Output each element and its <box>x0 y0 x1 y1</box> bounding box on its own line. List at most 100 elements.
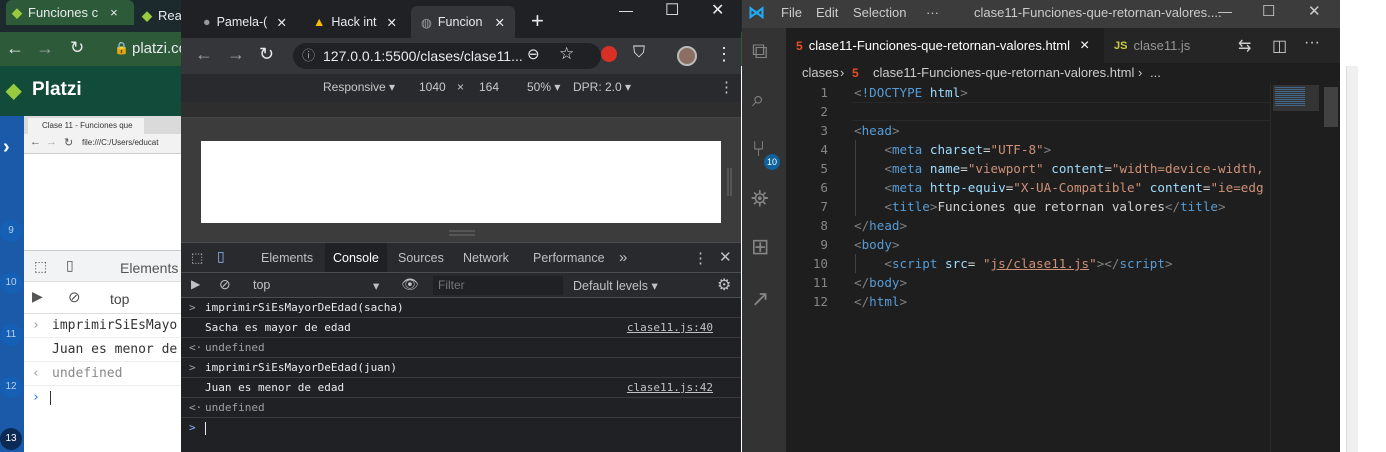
tab-network[interactable]: Network <box>455 243 517 273</box>
debug-icon[interactable]: ⛯ <box>751 186 769 212</box>
source-link[interactable]: clase11.js:42 <box>627 378 713 398</box>
close-window-button[interactable]: ✕ <box>1308 2 1321 20</box>
inner-tab[interactable]: Clase 11 - Funciones que <box>28 118 144 134</box>
more-menu-icon[interactable]: ⋮ <box>719 78 734 96</box>
rendered-page[interactable] <box>201 141 721 223</box>
close-window-button[interactable]: ✕ <box>711 0 724 20</box>
forward-icon[interactable]: → <box>227 44 245 65</box>
menu-more[interactable]: ··· <box>926 5 939 20</box>
clear-console-icon[interactable]: ⊘ <box>68 288 81 306</box>
inner-panel-tab-elements[interactable]: Elements <box>120 260 178 276</box>
editor-scrollbar[interactable] <box>1324 83 1338 452</box>
star-icon[interactable]: ☆ <box>559 44 574 64</box>
zoom-icon[interactable]: ⊖ <box>527 45 540 63</box>
clear-console-icon[interactable]: ⊘ <box>219 276 231 293</box>
back-icon[interactable]: ← <box>6 38 24 59</box>
tab-performance[interactable]: Performance <box>525 243 613 273</box>
eye-icon[interactable]: 👁 <box>401 276 419 293</box>
explorer-icon[interactable]: ⧉ <box>752 38 768 64</box>
console-prompt[interactable]: > <box>181 418 741 438</box>
resize-handle-bottom[interactable] <box>449 230 475 236</box>
platzi-logo-text[interactable]: Platzi <box>32 79 82 101</box>
live-share-icon[interactable]: ↗ <box>751 286 769 312</box>
new-tab-button[interactable]: + <box>531 8 544 34</box>
back-icon[interactable]: ← <box>195 44 213 65</box>
source-link[interactable]: clase11.js:40 <box>627 318 713 338</box>
more-menu-icon[interactable]: ⋮ <box>715 44 733 65</box>
sidebar-toggle-icon[interactable]: ▶ <box>191 277 200 291</box>
device-toggle-icon[interactable]: ▯ <box>66 257 74 274</box>
close-icon[interactable]: × <box>110 1 118 25</box>
extensions-icon[interactable]: ⊞ <box>751 234 769 260</box>
context-select[interactable]: top ▾ <box>253 278 383 293</box>
close-icon[interactable]: ✕ <box>387 15 397 30</box>
forward-icon[interactable]: → <box>36 38 54 59</box>
menu-file[interactable]: File <box>781 5 802 20</box>
inner-url[interactable]: file:///C:/Users/educat <box>82 138 158 147</box>
close-icon[interactable]: ✕ <box>277 15 287 30</box>
chevron-right-icon[interactable]: › <box>3 136 10 159</box>
tab-pamela[interactable]: ● Pamela-( ✕ <box>193 6 297 38</box>
breadcrumb-more[interactable]: ... <box>1150 63 1161 83</box>
inner-console-prompt[interactable]: › <box>24 386 182 410</box>
scroll-thumb[interactable] <box>1324 87 1338 127</box>
close-devtools-icon[interactable]: ✕ <box>719 248 732 266</box>
breadcrumb-folder[interactable]: clases <box>802 63 839 83</box>
minimap[interactable] <box>1270 83 1324 452</box>
code-editor[interactable]: 1 <!DOCTYPE html> 2 3 <head> 4 <meta charset=… <box>786 83 1270 452</box>
address-bar[interactable]: ⓘ 127.0.0.1:5500/clases/clase11... <box>293 43 601 69</box>
minimize-button[interactable]: — <box>1218 3 1232 19</box>
zoom-label: 50% <box>527 80 552 94</box>
dpr-select[interactable]: DPR: 2.0 ▾ <box>573 80 631 94</box>
device-toggle-icon[interactable]: ▯ <box>217 248 225 265</box>
inspect-icon[interactable]: ⬚ <box>34 258 47 275</box>
more-tabs-button[interactable]: » <box>611 243 635 273</box>
extension-icon[interactable] <box>601 46 617 62</box>
log-levels-select[interactable]: Default levels ▾ <box>573 278 658 293</box>
more-actions-icon[interactable]: ··· <box>1304 34 1320 52</box>
source-control-icon[interactable]: ⑂ <box>752 136 765 162</box>
tab-js-file[interactable]: JS clase11.js <box>1104 28 1216 63</box>
reload-icon[interactable]: ↻ <box>70 38 84 58</box>
maximize-button[interactable]: ☐ <box>1262 2 1275 20</box>
forward-icon[interactable]: → <box>46 136 57 148</box>
back-icon[interactable]: ← <box>30 136 41 148</box>
console-filter-input[interactable] <box>433 276 563 295</box>
menu-selection[interactable]: Selection <box>853 5 906 20</box>
reload-icon[interactable]: ↻ <box>64 136 73 149</box>
bg-tab-funciones[interactable]: ◆ Funciones c × <box>6 0 134 25</box>
split-editor-icon[interactable]: ◫ <box>1272 36 1287 56</box>
viewport-width-input[interactable]: 1040 <box>419 80 446 94</box>
devtools-panel-tabs: ⬚ ▯ Elements Console Sources Network Per… <box>181 242 741 273</box>
breadcrumb-file[interactable]: clase11-Funciones-que-retornan-valores.h… <box>873 63 1134 83</box>
tab-hack[interactable]: ▲ Hack int ✕ <box>303 6 407 38</box>
device-mode-select[interactable]: Responsive ▾ <box>323 80 395 94</box>
tab-html-file[interactable]: 5 clase11-Funciones-que-retornan-valores… <box>786 28 1104 63</box>
minimize-button[interactable]: — <box>619 2 633 18</box>
gear-icon[interactable]: ⚙ <box>717 275 731 295</box>
viewport-height-input[interactable]: 164 <box>479 80 499 94</box>
tab-console[interactable]: Console <box>325 243 387 273</box>
inspect-icon[interactable]: ⬚ <box>191 250 203 266</box>
avatar[interactable] <box>677 46 697 66</box>
compare-icon[interactable]: ⇆ <box>1238 36 1251 56</box>
reload-icon[interactable]: ↻ <box>259 44 274 65</box>
inner-context-select[interactable]: top <box>110 291 129 307</box>
tab-funciones-active[interactable]: ◍ Funcion ✕ <box>411 6 515 38</box>
more-menu-icon[interactable]: ⋮ <box>693 249 708 267</box>
menu-edit[interactable]: Edit <box>816 5 838 20</box>
bg-tab-rea[interactable]: ◆ Rea <box>136 0 184 32</box>
maximize-button[interactable]: ☐ <box>665 0 679 20</box>
close-icon[interactable]: × <box>1080 37 1089 55</box>
zoom-select[interactable]: 50% ▾ <box>527 80 560 94</box>
search-icon[interactable]: ⌕ <box>752 86 764 112</box>
bg-url[interactable]: platzi.co <box>132 40 187 57</box>
resize-handle-right[interactable] <box>727 168 732 196</box>
platzi-logo-icon[interactable]: ◆ <box>6 78 21 103</box>
tab-elements[interactable]: Elements <box>253 243 321 273</box>
tab-sources[interactable]: Sources <box>390 243 452 273</box>
close-icon[interactable]: ✕ <box>495 15 505 30</box>
console-line: > imprimirSiEsMayorDeEdad(sacha) <box>181 298 741 318</box>
pocket-icon[interactable]: ⛉ <box>633 44 645 62</box>
sidebar-toggle-icon[interactable]: ▶ <box>32 288 43 305</box>
